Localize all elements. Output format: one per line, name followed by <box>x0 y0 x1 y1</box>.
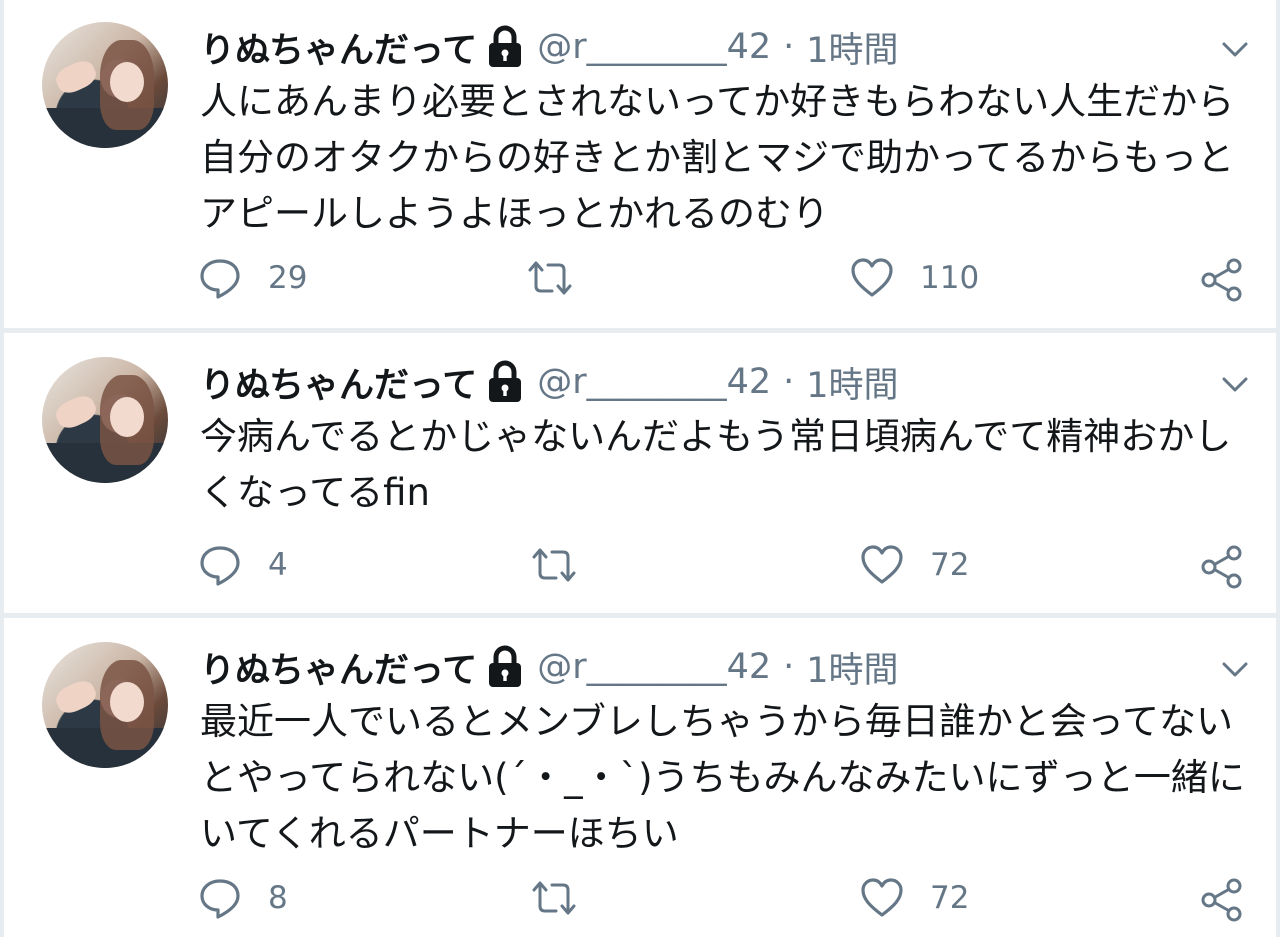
timestamp[interactable]: 1時間 <box>806 357 898 408</box>
heart-icon <box>861 878 903 917</box>
tweet-card[interactable]: りぬちゃんだって @r________42 · 1時間 今病んでるとかじゃないん… <box>4 333 1276 613</box>
reply-count: 4 <box>268 547 288 583</box>
user-handle[interactable]: @r________42 <box>537 362 771 402</box>
tweet-text: 最近一人でいるとメンブレしちゃうから毎日誰かと会ってないとやってられない(´・_… <box>200 700 1245 855</box>
avatar[interactable] <box>42 357 168 483</box>
retweet-button[interactable] <box>530 878 604 918</box>
tweet-header: りぬちゃんだって @r________42 · 1時間 <box>200 22 1260 72</box>
avatar[interactable] <box>42 22 168 148</box>
user-handle[interactable]: @r________42 <box>537 27 771 67</box>
share-button[interactable] <box>1200 258 1244 302</box>
like-count: 72 <box>930 547 970 583</box>
chevron-down-icon[interactable] <box>1220 654 1250 684</box>
tweet-card[interactable]: りぬちゃんだって @r________42 · 1時間 人にあんまり必要とされな… <box>4 0 1276 328</box>
lock-icon <box>489 25 522 67</box>
retweet-icon <box>532 881 576 915</box>
chevron-down-icon[interactable] <box>1220 34 1250 64</box>
share-button[interactable] <box>1200 878 1244 922</box>
retweet-button[interactable] <box>530 545 604 585</box>
separator: · <box>783 27 795 67</box>
retweet-button[interactable] <box>526 258 600 298</box>
retweet-icon <box>532 548 576 582</box>
user-handle[interactable]: @r________42 <box>537 647 771 687</box>
separator: · <box>783 362 795 402</box>
tweet-header: りぬちゃんだって @r________42 · 1時間 <box>200 357 1260 407</box>
timestamp[interactable]: 1時間 <box>806 22 898 73</box>
reply-button[interactable]: 4 <box>198 543 288 587</box>
timeline: りぬちゃんだって @r________42 · 1時間 人にあんまり必要とされな… <box>0 0 1280 937</box>
like-button[interactable]: 110 <box>850 256 979 300</box>
like-count: 110 <box>920 260 980 296</box>
share-button[interactable] <box>1200 545 1244 589</box>
heart-icon <box>851 258 893 297</box>
like-button[interactable]: 72 <box>860 876 969 920</box>
reply-count: 8 <box>268 880 288 916</box>
share-icon <box>1201 878 1242 922</box>
retweet-icon <box>528 261 572 295</box>
reply-icon <box>200 879 240 919</box>
display-name[interactable]: りぬちゃんだって <box>200 357 477 408</box>
timestamp[interactable]: 1時間 <box>806 642 898 693</box>
reply-icon <box>200 259 240 299</box>
heart-icon <box>861 545 903 584</box>
lock-icon <box>489 645 522 687</box>
display-name[interactable]: りぬちゃんだって <box>200 642 477 693</box>
lock-icon <box>489 360 522 402</box>
tweet-header: りぬちゃんだって @r________42 · 1時間 <box>200 642 1260 692</box>
tweet-text: 人にあんまり必要とされないってか好きもらわない人生だから自分のオタクからの好きと… <box>200 80 1235 235</box>
avatar[interactable] <box>42 642 168 768</box>
like-button[interactable]: 72 <box>860 543 969 587</box>
tweet-text: 今病んでるとかじゃないんだよもう常日頃病んでて精神おかしくなってるfin <box>200 415 1232 514</box>
share-icon <box>1201 258 1242 302</box>
tweet-card[interactable]: りぬちゃんだって @r________42 · 1時間 最近一人でいるとメンブレ… <box>4 618 1276 937</box>
separator: · <box>783 647 795 687</box>
reply-count: 29 <box>268 260 308 296</box>
display-name[interactable]: りぬちゃんだって <box>200 22 477 73</box>
reply-button[interactable]: 8 <box>198 876 288 920</box>
reply-button[interactable]: 29 <box>198 256 307 300</box>
reply-icon <box>200 546 240 586</box>
like-count: 72 <box>930 880 970 916</box>
chevron-down-icon[interactable] <box>1220 369 1250 399</box>
share-icon <box>1201 545 1242 589</box>
